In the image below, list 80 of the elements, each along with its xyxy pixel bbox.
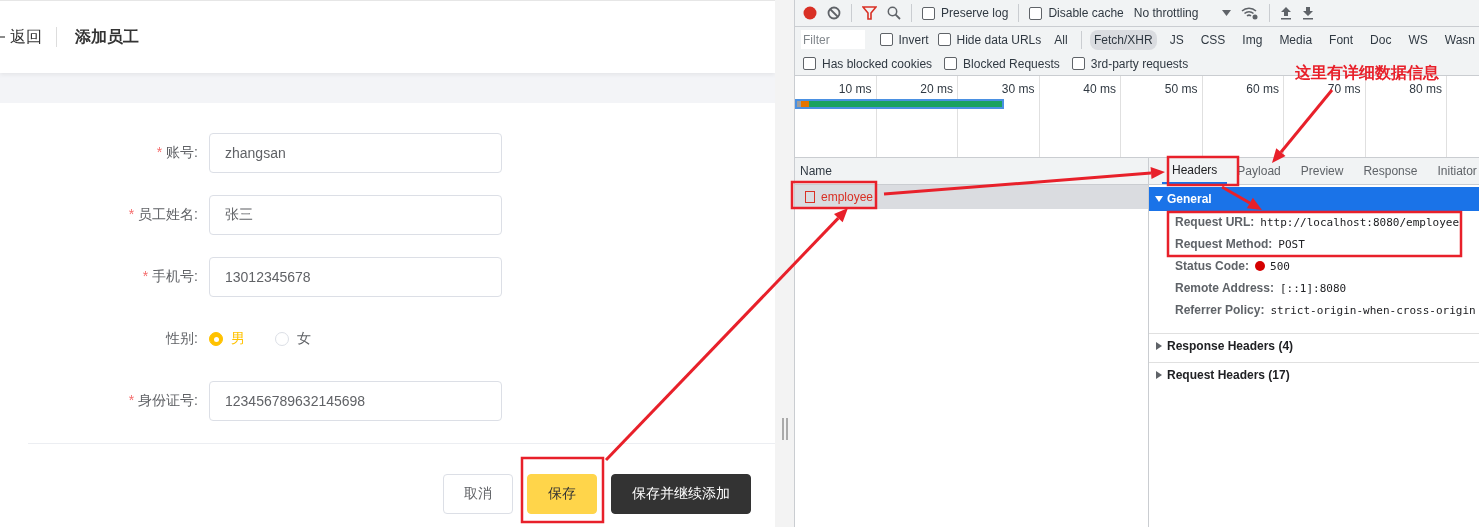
save-and-add-button[interactable]: 保存并继续添加	[611, 474, 751, 514]
radio-option[interactable]: 女	[275, 330, 311, 348]
required-mark: *	[156, 144, 163, 160]
input-field[interactable]: 张三	[209, 195, 502, 235]
resize-grip[interactable]	[781, 418, 788, 440]
filter-field[interactable]: Filter	[801, 30, 865, 49]
page-title: 添加员工	[75, 26, 139, 47]
time-tick: 80 ms	[1409, 82, 1442, 96]
collapse-triangle-icon	[1155, 195, 1163, 203]
time-tick: 40 ms	[1083, 82, 1116, 96]
back-link[interactable]: 返回	[0, 26, 42, 48]
checkbox[interactable]: Has blocked cookies	[803, 56, 933, 71]
header-key: Request URL:	[1175, 215, 1255, 229]
header-value: [::1]:8080	[1279, 281, 1347, 295]
filter-icon[interactable]	[862, 6, 877, 20]
field-label: 员工姓名:	[138, 206, 198, 222]
checkbox[interactable]: 3rd-party requests	[1071, 56, 1189, 71]
search-icon[interactable]	[887, 6, 901, 20]
field-label: 账号:	[166, 144, 198, 160]
expand-triangle-icon	[1155, 371, 1163, 379]
type-filter[interactable]: Img	[1238, 29, 1267, 50]
checkbox[interactable]: Hide data URLs	[937, 32, 1042, 47]
download-icon[interactable]	[1302, 6, 1315, 20]
column-header: Name	[800, 164, 832, 178]
status-dot-icon	[1255, 261, 1265, 271]
input-field[interactable]: 123456789632145698	[209, 381, 502, 421]
throttling-dropdown[interactable]: No throttling	[1133, 6, 1232, 20]
annotation-arrow	[1221, 185, 1262, 210]
checkbox[interactable]: Preserve log	[922, 6, 1009, 20]
annotation-text: 这里有详细数据信息	[1295, 64, 1439, 82]
request-row[interactable]: employee	[795, 185, 1148, 209]
checkbox[interactable]: Blocked Requests	[944, 56, 1060, 71]
header-key: Remote Address:	[1175, 281, 1274, 295]
type-filter[interactable]: Fetch/XHR	[1089, 29, 1157, 50]
section-header[interactable]: Response Headers (4)	[1149, 333, 1479, 358]
header-key: Status Code:	[1175, 259, 1249, 273]
clear-icon[interactable]	[827, 6, 841, 20]
required-mark: *	[128, 206, 135, 222]
section-header[interactable]: Request Headers (17)	[1149, 362, 1479, 387]
field-label: 身份证号:	[138, 392, 198, 408]
caret-icon	[1222, 10, 1232, 16]
input-field[interactable]: 13012345678	[209, 257, 502, 297]
type-filter[interactable]: Font	[1325, 29, 1358, 50]
type-filter[interactable]: JS	[1165, 29, 1188, 50]
time-tick: 20 ms	[920, 82, 953, 96]
required-mark: *	[142, 268, 149, 284]
type-filter[interactable]: All	[1050, 29, 1072, 50]
upload-icon[interactable]	[1280, 6, 1293, 20]
header-value: 500	[1270, 259, 1290, 273]
input-field[interactable]: zhangsan	[209, 133, 502, 173]
type-filter[interactable]: Doc	[1366, 29, 1396, 50]
time-tick: 60 ms	[1246, 82, 1279, 96]
document-icon	[805, 191, 815, 203]
checkbox[interactable]: Disable cache	[1029, 6, 1124, 20]
time-tick: 30 ms	[1001, 82, 1035, 96]
header-value: POST	[1278, 237, 1305, 251]
time-tick: 10 ms	[838, 82, 872, 96]
section-header[interactable]: General	[1149, 187, 1479, 211]
tab[interactable]: Preview	[1290, 158, 1354, 184]
type-filter[interactable]: Wasn	[1440, 29, 1479, 50]
record-icon[interactable]	[803, 6, 817, 20]
type-filter[interactable]: CSS	[1196, 29, 1230, 50]
tab[interactable]: Initiator	[1427, 158, 1479, 184]
network-settings-icon[interactable]	[1241, 6, 1260, 20]
save-button[interactable]: 保存	[527, 474, 597, 514]
field-label: 手机号:	[152, 268, 198, 284]
type-filter[interactable]: WS	[1404, 29, 1432, 50]
time-tick: 50 ms	[1164, 82, 1198, 96]
field-label: 性别:	[166, 330, 198, 346]
type-filter[interactable]: Media	[1275, 29, 1317, 50]
tab[interactable]: Headers	[1162, 158, 1228, 184]
required-mark: *	[128, 392, 135, 408]
header-key: Referrer Policy:	[1175, 303, 1265, 317]
expand-triangle-icon	[1155, 342, 1163, 350]
header-key: Request Method:	[1175, 237, 1273, 251]
checkbox[interactable]: Invert	[879, 32, 929, 47]
header-value: http://localhost:8080/employee	[1260, 215, 1460, 229]
tab[interactable]: Response	[1353, 158, 1428, 184]
cancel-button[interactable]: 取消	[443, 474, 513, 514]
header-value: strict-origin-when-cross-origin	[1270, 303, 1476, 317]
